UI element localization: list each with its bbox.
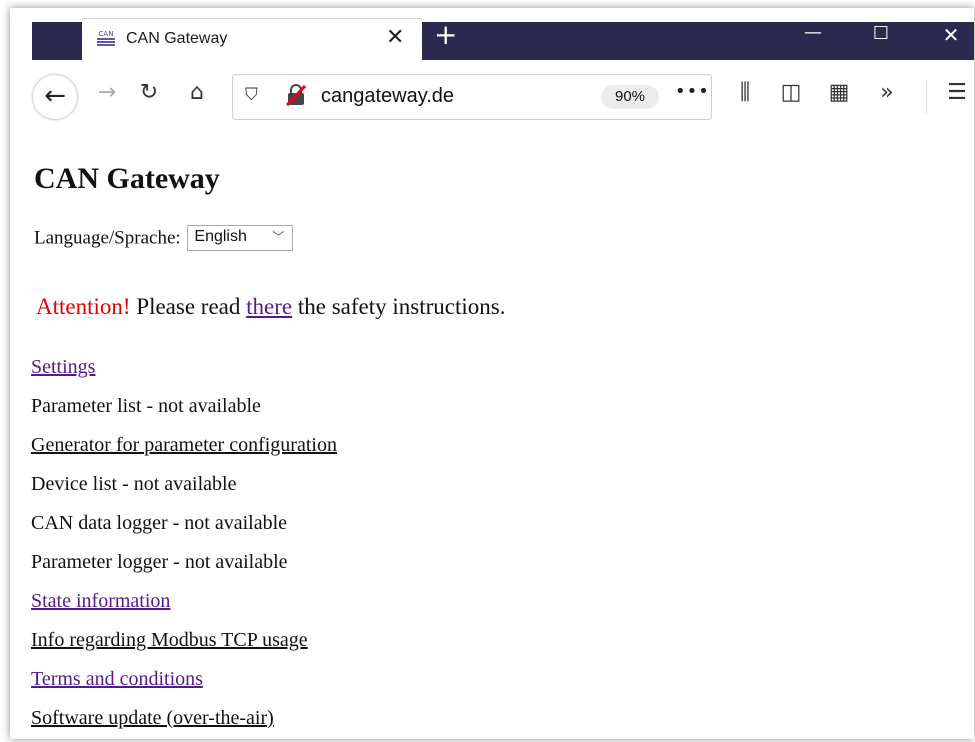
- insecure-lock-icon[interactable]: [285, 83, 307, 107]
- software-update-link[interactable]: Software update (over-the-air): [31, 707, 274, 730]
- can-favicon-icon: CAN: [96, 31, 116, 49]
- reload-icon[interactable]: ↻: [134, 80, 164, 105]
- language-selected-value: English: [194, 228, 247, 245]
- tab-strip-empty-area: + — ☐ ✕: [422, 18, 974, 60]
- home-icon[interactable]: ⌂: [182, 80, 212, 105]
- attention-text: Please read: [136, 294, 241, 319]
- chevron-down-icon: ﹀: [272, 230, 285, 244]
- tab-can-gateway[interactable]: CAN CAN Gateway ✕: [82, 18, 422, 61]
- parameter-generator-link[interactable]: Generator for parameter configuration: [31, 434, 337, 457]
- attention-label: Attention!: [36, 294, 131, 319]
- hamburger-menu-icon[interactable]: ☰: [942, 80, 972, 105]
- new-tab-plus-icon[interactable]: +: [434, 18, 457, 51]
- navigation-toolbar: ← → ↻ ⌂ ⛉ cangateway.de 90% ••• ⫼ ◫ ▦ » …: [30, 68, 974, 128]
- page-actions-more-icon[interactable]: •••: [675, 81, 710, 102]
- tracking-shield-icon[interactable]: ⛉: [245, 85, 258, 105]
- forward-arrow-icon[interactable]: →: [92, 80, 122, 105]
- toolbar-separator: [926, 80, 927, 114]
- back-arrow-icon[interactable]: ←: [32, 74, 78, 120]
- close-tab-icon[interactable]: ✕: [386, 25, 404, 50]
- parameter-logger-text: Parameter logger - not available: [31, 551, 288, 573]
- safety-instructions-link[interactable]: there: [246, 294, 292, 319]
- modbus-tcp-info-link[interactable]: Info regarding Modbus TCP usage: [31, 629, 308, 652]
- close-window-icon[interactable]: ✕: [928, 22, 974, 54]
- maximize-icon[interactable]: ☐: [858, 22, 904, 54]
- device-list-text: Device list - not available: [31, 473, 237, 495]
- library-icon[interactable]: ⫼: [730, 80, 760, 105]
- language-label: Language/Sprache:: [34, 227, 181, 249]
- browser-window: CAN CAN Gateway ✕ + — ☐ ✕ ← → ↻ ⌂ ⛉ cang…: [10, 8, 974, 739]
- settings-link[interactable]: Settings: [31, 356, 95, 379]
- overflow-chevron-icon[interactable]: »: [872, 80, 902, 105]
- minimize-icon[interactable]: —: [790, 22, 836, 54]
- tab-title: CAN Gateway: [126, 30, 228, 47]
- page-title: CAN Gateway: [34, 162, 220, 195]
- can-data-logger-text: CAN data logger - not available: [31, 512, 288, 534]
- zoom-level-badge[interactable]: 90%: [601, 85, 659, 109]
- safety-notice: Attention! Please read there the safety …: [36, 294, 505, 320]
- url-bar[interactable]: ⛉ cangateway.de 90% •••: [232, 74, 712, 120]
- language-row: Language/Sprache: English ﹀: [34, 225, 294, 252]
- url-text[interactable]: cangateway.de: [321, 85, 454, 108]
- parameter-list-text: Parameter list - not available: [31, 395, 261, 417]
- attention-text-end: the safety instructions.: [297, 294, 506, 319]
- terms-and-conditions-link[interactable]: Terms and conditions: [31, 668, 203, 691]
- favicon-text: CAN: [98, 30, 114, 38]
- language-select[interactable]: English ﹀: [187, 225, 294, 251]
- tab-strip: CAN CAN Gateway ✕ + — ☐ ✕: [10, 8, 974, 68]
- tab-strip-left-area: [32, 22, 82, 60]
- extension-icon[interactable]: ▦: [824, 80, 854, 105]
- sidebar-icon[interactable]: ◫: [776, 80, 806, 105]
- state-information-link[interactable]: State information: [31, 590, 170, 613]
